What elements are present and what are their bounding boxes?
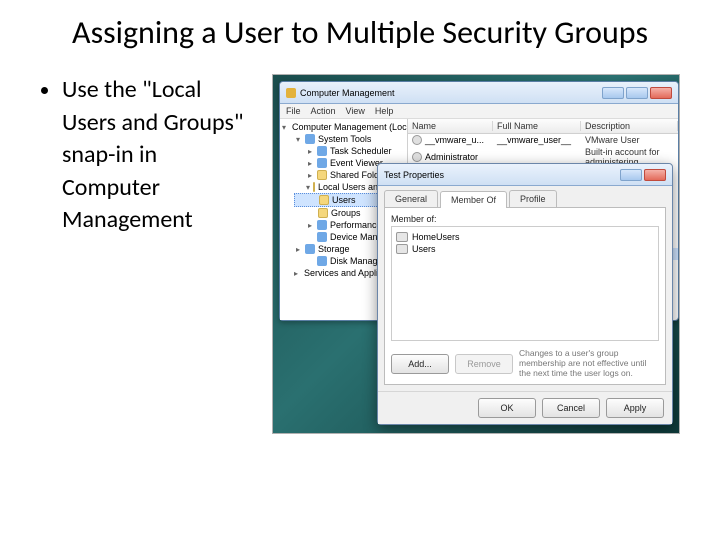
apply-button[interactable]: Apply: [606, 398, 664, 418]
remove-button[interactable]: Remove: [455, 354, 513, 374]
menu-file[interactable]: File: [286, 106, 301, 116]
tab-memberof[interactable]: Member Of: [440, 191, 507, 208]
membership-note: Changes to a user's group membership are…: [519, 349, 659, 378]
group-item[interactable]: Users: [396, 243, 654, 255]
menu-view[interactable]: View: [346, 106, 365, 116]
memberof-label: Member of:: [391, 214, 659, 224]
menu-action[interactable]: Action: [311, 106, 336, 116]
screenshot-area: Computer Management File Action View Hel…: [272, 74, 680, 434]
bullet-1: Use the "Local Users and Groups" snap-in…: [62, 74, 250, 236]
menu-help[interactable]: Help: [375, 106, 394, 116]
add-button[interactable]: Add...: [391, 354, 449, 374]
close-button[interactable]: [650, 87, 672, 99]
slide-title: Assigning a User to Multiple Security Gr…: [40, 14, 680, 52]
app-icon: [286, 88, 296, 98]
tab-general[interactable]: General: [384, 190, 438, 207]
group-item[interactable]: HomeUsers: [396, 231, 654, 243]
properties-dialog: Test Properties General Member Of Profil…: [377, 163, 673, 425]
tab-profile[interactable]: Profile: [509, 190, 557, 207]
dialog-title: Test Properties: [384, 170, 444, 180]
col-name[interactable]: Name: [408, 121, 493, 131]
memberof-list[interactable]: HomeUsers Users: [391, 226, 659, 341]
minimize-button[interactable]: [602, 87, 624, 99]
dialog-close-button[interactable]: [644, 169, 666, 181]
menu-bar: File Action View Help: [280, 104, 678, 119]
bullet-list: Use the "Local Users and Groups" snap-in…: [40, 74, 250, 434]
ok-button[interactable]: OK: [478, 398, 536, 418]
window-title: Computer Management: [300, 88, 395, 98]
dialog-help-button[interactable]: [620, 169, 642, 181]
maximize-button[interactable]: [626, 87, 648, 99]
col-fullname[interactable]: Full Name: [493, 121, 581, 131]
user-row[interactable]: __vmware_u...__vmware_user__VMware User: [408, 134, 678, 146]
col-desc[interactable]: Description: [581, 121, 678, 131]
cancel-button[interactable]: Cancel: [542, 398, 600, 418]
